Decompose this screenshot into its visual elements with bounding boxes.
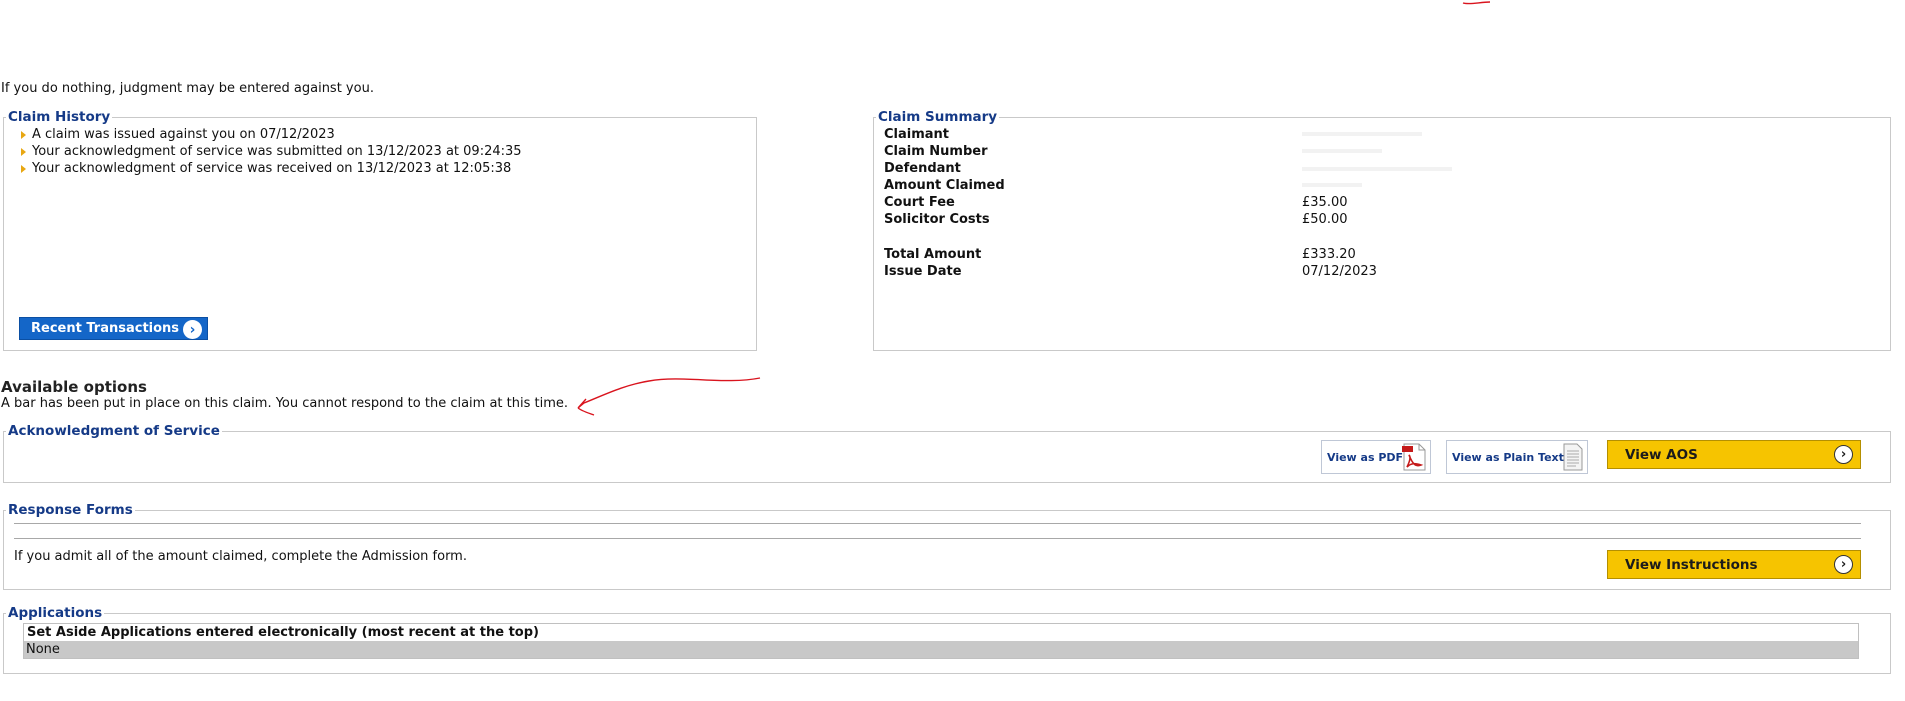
redacted-amount: [1302, 183, 1362, 187]
bar-message: A bar has been put in place on this clai…: [1, 396, 569, 411]
chevron-right-circle-icon: ›: [183, 320, 202, 339]
summary-label-solicitor-costs: Solicitor Costs: [884, 212, 990, 227]
table-row: None: [24, 641, 1858, 658]
admission-instructions-text: If you admit all of the amount claimed, …: [14, 549, 467, 564]
claim-history-title: Claim History: [8, 109, 111, 125]
response-forms-title: Response Forms: [8, 502, 133, 518]
set-aside-applications-table: Set Aside Applications entered electroni…: [23, 623, 1859, 659]
summary-value-total-amount: £333.20: [1302, 247, 1356, 262]
view-instructions-button[interactable]: View Instructions ›: [1607, 550, 1861, 579]
summary-label-court-fee: Court Fee: [884, 195, 955, 210]
redacted-defendant: [1302, 167, 1452, 171]
list-item: Your acknowledgment of service was submi…: [21, 143, 522, 160]
available-options-title: Available options: [1, 378, 147, 396]
redacted-claim-number: [1302, 149, 1382, 153]
triangle-bullet-icon: [21, 130, 26, 139]
list-item: A claim was issued against you on 07/12/…: [21, 126, 522, 143]
table-header: Set Aside Applications entered electroni…: [24, 624, 1858, 641]
summary-label-amount-claimed: Amount Claimed: [884, 178, 1005, 193]
summary-label-claim-number: Claim Number: [884, 144, 988, 159]
summary-value-solicitor-costs: £50.00: [1302, 212, 1348, 227]
chevron-right-circle-icon: ›: [1834, 445, 1853, 464]
view-as-pdf-button[interactable]: View as PDF: [1321, 440, 1431, 474]
claim-history-list: A claim was issued against you on 07/12/…: [21, 126, 522, 177]
annotation-mark-icon: [1462, 1, 1491, 5]
view-as-plain-text-button[interactable]: View as Plain Text: [1446, 440, 1588, 474]
text-document-icon: [1563, 443, 1583, 471]
view-aos-button[interactable]: View AOS ›: [1607, 440, 1861, 469]
judgment-warning: If you do nothing, judgment may be enter…: [1, 81, 374, 96]
summary-label-claimant: Claimant: [884, 127, 950, 142]
redacted-claimant: [1302, 132, 1422, 136]
claim-summary-panel: Claim Summary: [873, 109, 1891, 351]
triangle-bullet-icon: [21, 164, 26, 173]
summary-label-issue-date: Issue Date: [884, 264, 962, 279]
divider: [14, 523, 1861, 524]
annotation-arrow-icon: [577, 377, 761, 416]
claim-summary-title: Claim Summary: [878, 109, 998, 125]
list-item: Your acknowledgment of service was recei…: [21, 160, 522, 177]
recent-transactions-button[interactable]: Recent Transactions ›: [19, 317, 208, 340]
summary-value-issue-date: 07/12/2023: [1302, 264, 1377, 279]
applications-title: Applications: [8, 605, 103, 621]
aos-title: Acknowledgment of Service: [8, 423, 220, 439]
summary-value-court-fee: £35.00: [1302, 195, 1348, 210]
chevron-right-circle-icon: ›: [1834, 555, 1853, 574]
summary-label-defendant: Defendant: [884, 161, 961, 176]
pdf-document-icon: [1402, 443, 1426, 471]
triangle-bullet-icon: [21, 147, 26, 156]
divider: [14, 538, 1861, 539]
summary-label-total-amount: Total Amount: [884, 247, 982, 262]
